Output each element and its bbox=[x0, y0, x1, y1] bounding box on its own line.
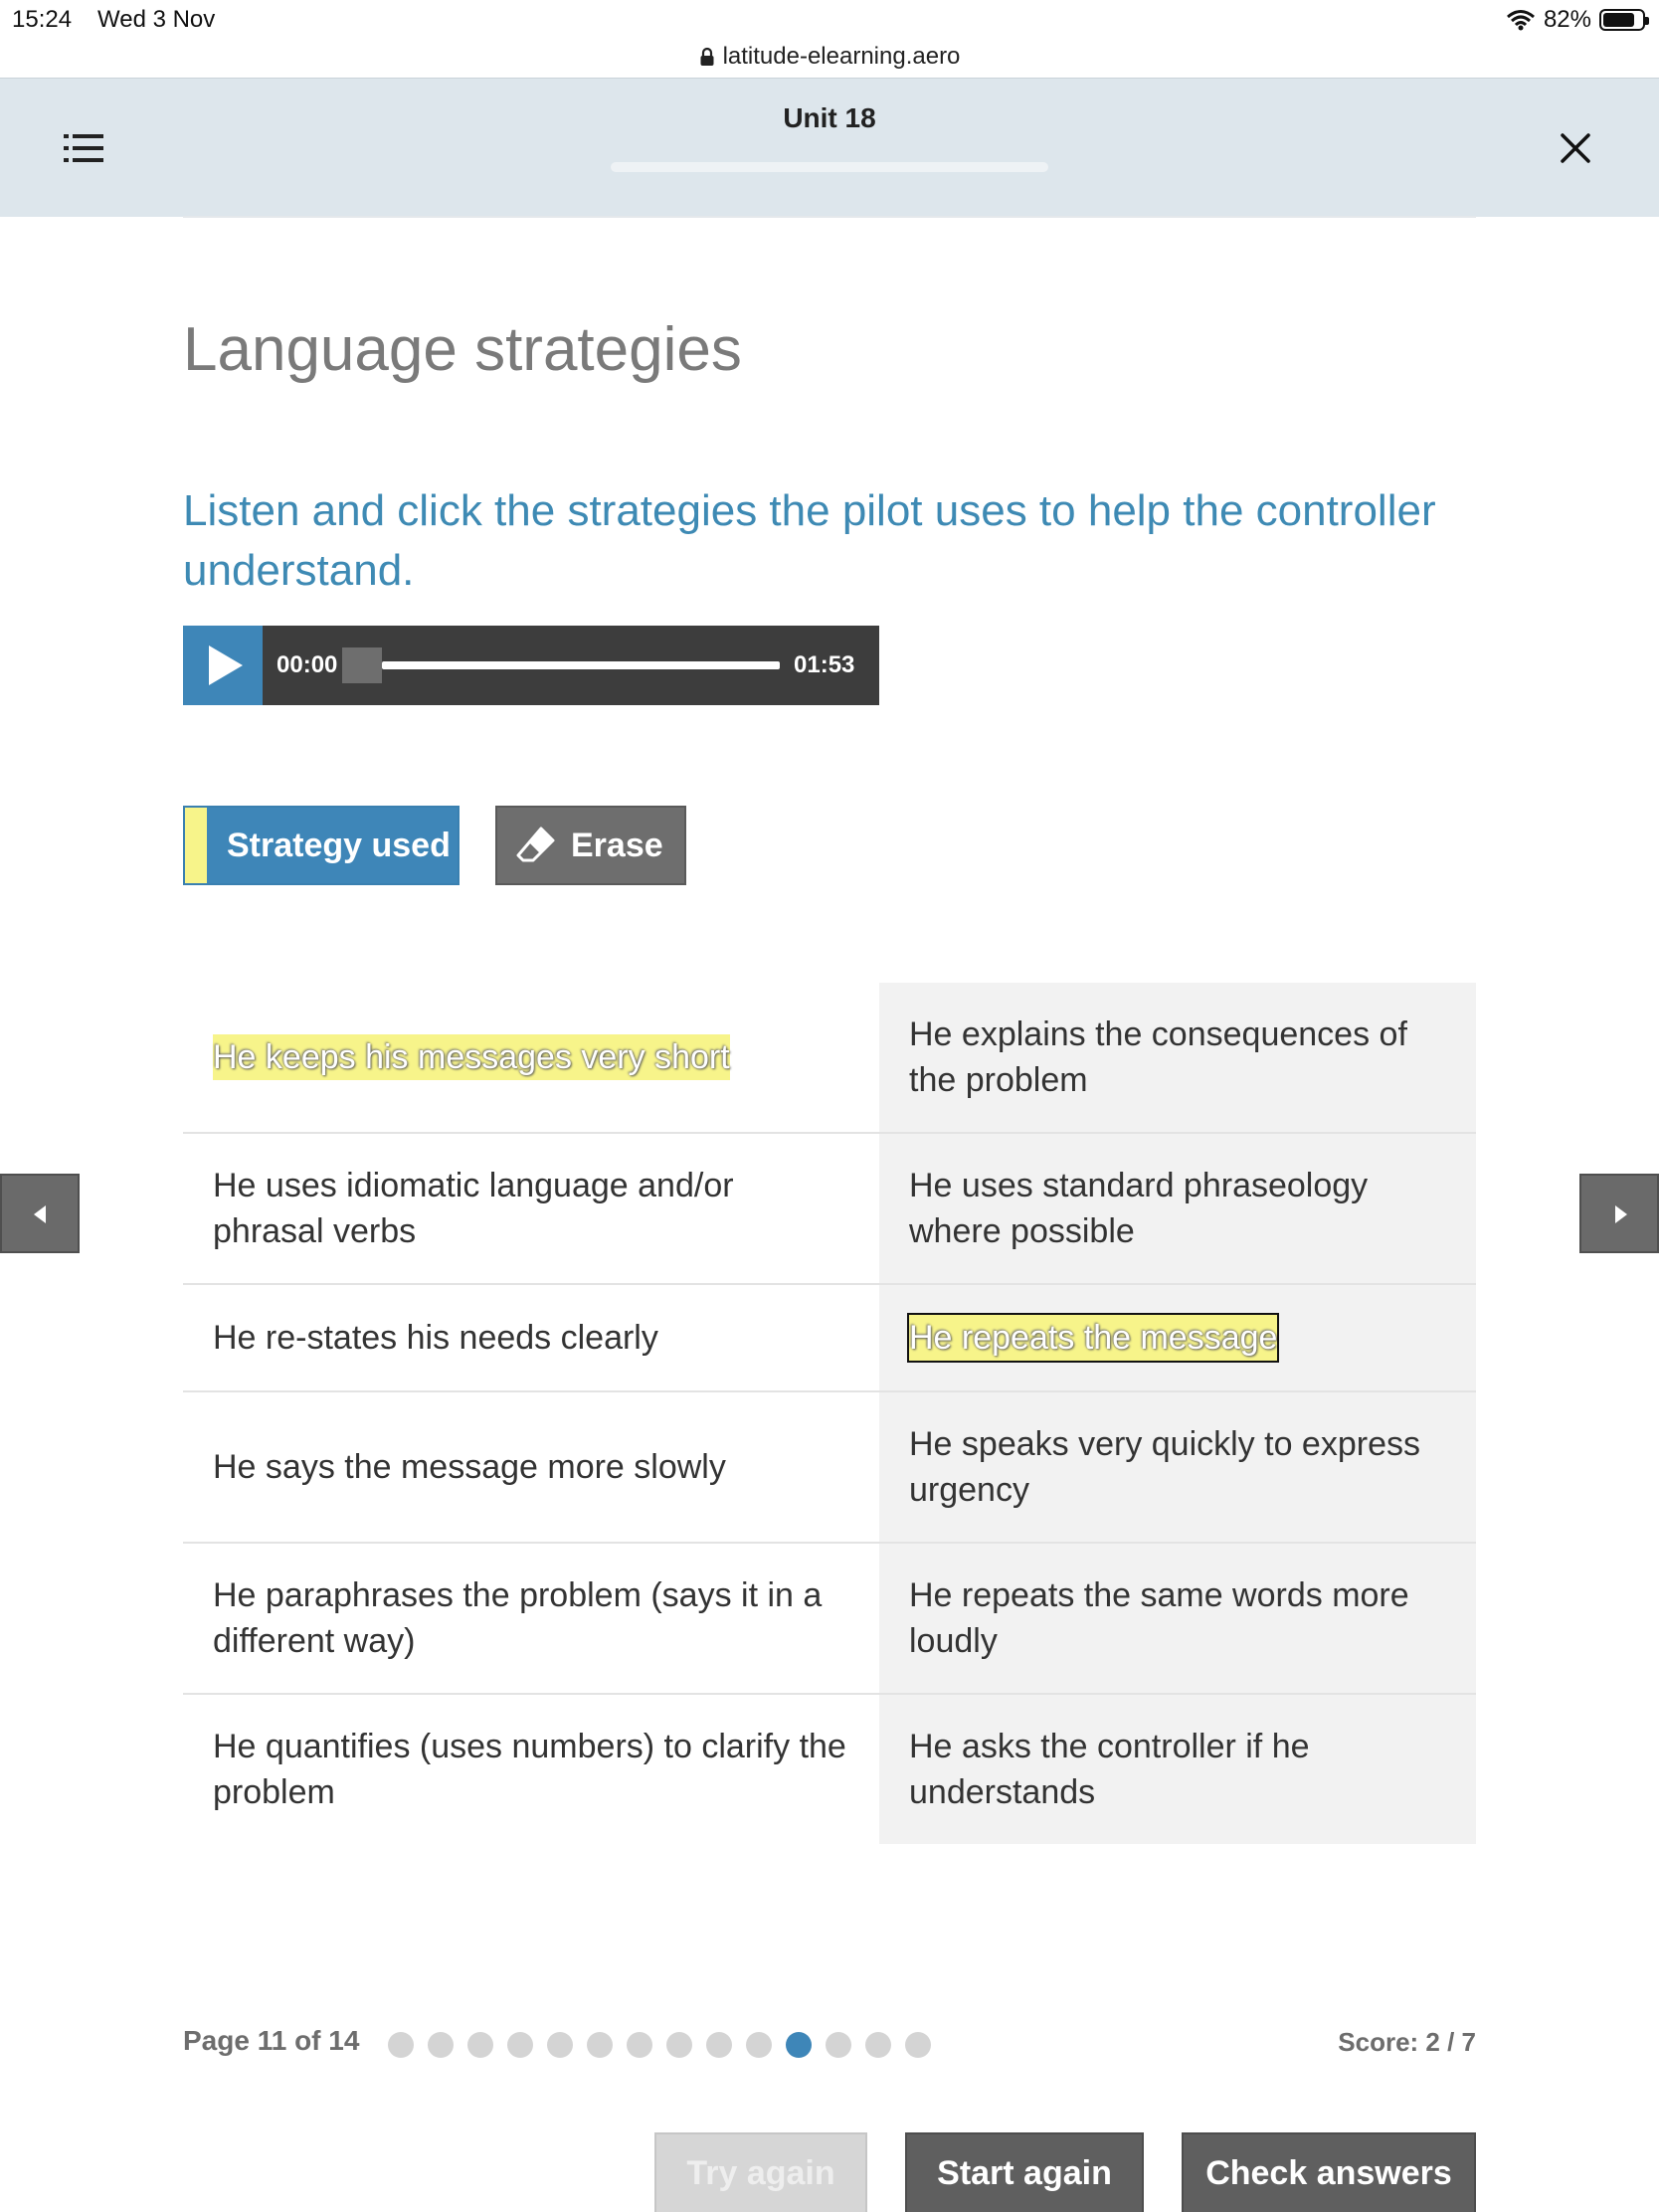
strategy-option[interactable]: He explains the consequences of the prob… bbox=[879, 983, 1476, 1132]
strategy-grid: He keeps his messages very short He expla… bbox=[183, 983, 1476, 1844]
status-time: 15:24 bbox=[12, 6, 73, 33]
page-dot[interactable] bbox=[865, 2032, 891, 2058]
strategy-option[interactable]: He speaks very quickly to express urgenc… bbox=[879, 1392, 1476, 1542]
app-header: Unit 18 bbox=[0, 79, 1659, 217]
score-display: Score: 2 / 7 bbox=[1338, 2027, 1476, 2057]
strategy-option[interactable]: He repeats the message bbox=[879, 1285, 1476, 1390]
strategy-row: He keeps his messages very short He expla… bbox=[183, 983, 1476, 1134]
strategy-option-text: He asks the controller if he understands bbox=[909, 1728, 1310, 1811]
instruction-text: Listen and click the strategies the pilo… bbox=[183, 486, 1436, 595]
strategy-option-text: He explains the consequences of the prob… bbox=[909, 1015, 1407, 1099]
strategy-option-text: He re-states his needs clearly bbox=[213, 1319, 658, 1357]
strategy-option-text: He repeats the same words more loudly bbox=[909, 1576, 1409, 1660]
next-page-button[interactable] bbox=[1579, 1174, 1659, 1253]
highlight-swatch bbox=[185, 808, 207, 883]
erase-button[interactable]: Erase bbox=[495, 806, 686, 885]
strategy-option-text: He repeats the message bbox=[906, 1313, 1280, 1363]
start-again-button[interactable]: Start again bbox=[905, 2132, 1144, 2212]
erase-label: Erase bbox=[571, 826, 663, 864]
page-dot[interactable] bbox=[706, 2032, 732, 2058]
strategy-option[interactable]: He quantifies (uses numbers) to clarify … bbox=[183, 1695, 879, 1844]
play-button[interactable] bbox=[183, 626, 263, 705]
strategy-option-text: He speaks very quickly to express urgenc… bbox=[909, 1425, 1420, 1509]
strategy-option[interactable]: He paraphrases the problem (says it in a… bbox=[183, 1544, 879, 1693]
battery-percent: 82% bbox=[1543, 6, 1591, 33]
page-dots bbox=[388, 2032, 931, 2058]
lock-icon bbox=[700, 47, 714, 66]
arrow-right-icon bbox=[1615, 1205, 1627, 1223]
unit-progress-bar bbox=[611, 162, 1048, 172]
strategy-used-button[interactable]: Strategy used bbox=[183, 806, 460, 885]
page-dot[interactable] bbox=[627, 2032, 652, 2058]
strategy-option-text: He keeps his messages very short bbox=[213, 1034, 730, 1080]
strategy-row: He paraphrases the problem (says it in a… bbox=[183, 1544, 1476, 1695]
battery-nub bbox=[1645, 17, 1649, 25]
page-dot[interactable] bbox=[467, 2032, 493, 2058]
arrow-left-icon bbox=[34, 1205, 46, 1223]
battery-icon bbox=[1599, 9, 1649, 31]
check-answers-button[interactable]: Check answers bbox=[1182, 2132, 1476, 2212]
page-dot[interactable] bbox=[388, 2032, 414, 2058]
list-icon[interactable] bbox=[60, 128, 107, 168]
audio-player: 00:00 01:53 bbox=[183, 626, 879, 705]
page-indicator: Page 11 of 14 bbox=[183, 2025, 360, 2056]
battery-fill bbox=[1603, 13, 1635, 27]
previous-page-button[interactable] bbox=[0, 1174, 80, 1253]
strategy-option-text: He says the message more slowly bbox=[213, 1448, 726, 1486]
strategy-row: He uses idiomatic language and/or phrasa… bbox=[183, 1134, 1476, 1285]
strategy-option[interactable]: He uses idiomatic language and/or phrasa… bbox=[183, 1134, 879, 1283]
page-dot[interactable] bbox=[507, 2032, 533, 2058]
close-icon[interactable] bbox=[1556, 128, 1595, 168]
strategy-row: He quantifies (uses numbers) to clarify … bbox=[183, 1695, 1476, 1844]
audio-total-time: 01:53 bbox=[794, 651, 855, 678]
strategy-option[interactable]: He re-states his needs clearly bbox=[183, 1285, 879, 1390]
strategy-option-text: He uses idiomatic language and/or phrasa… bbox=[213, 1167, 734, 1250]
eraser-icon bbox=[516, 827, 555, 862]
strategy-option-text: He uses standard phraseology where possi… bbox=[909, 1167, 1369, 1250]
strategy-row: He says the message more slowly He speaks… bbox=[183, 1392, 1476, 1544]
page-dot[interactable] bbox=[826, 2032, 851, 2058]
page-dot[interactable] bbox=[905, 2032, 931, 2058]
strategy-used-label: Strategy used bbox=[227, 826, 451, 864]
page-dot[interactable] bbox=[587, 2032, 613, 2058]
try-again-button[interactable]: Try again bbox=[654, 2132, 867, 2212]
page-dot[interactable] bbox=[746, 2032, 772, 2058]
strategy-option[interactable]: He says the message more slowly bbox=[183, 1392, 879, 1542]
page-dot[interactable] bbox=[547, 2032, 573, 2058]
page-dot-current[interactable] bbox=[786, 2032, 812, 2058]
strategy-row: He re-states his needs clearly He repeats… bbox=[183, 1285, 1476, 1392]
address-bar[interactable]: latitude-elearning.aero bbox=[0, 36, 1659, 78]
status-date: Wed 3 Nov bbox=[97, 6, 216, 33]
wifi-icon bbox=[1506, 10, 1535, 31]
audio-current-time: 00:00 bbox=[276, 651, 338, 678]
status-indicators: 82% bbox=[1506, 6, 1649, 34]
strategy-option[interactable]: He repeats the same words more loudly bbox=[879, 1544, 1476, 1693]
strategy-option-text: He paraphrases the problem (says it in a… bbox=[213, 1576, 823, 1660]
url-text: latitude-elearning.aero bbox=[722, 43, 961, 70]
audio-scrub-handle[interactable] bbox=[342, 647, 382, 683]
page-dot[interactable] bbox=[666, 2032, 692, 2058]
strategy-option[interactable]: He keeps his messages very short bbox=[183, 983, 879, 1132]
play-icon bbox=[209, 645, 243, 685]
strategy-option[interactable]: He uses standard phraseology where possi… bbox=[879, 1134, 1476, 1283]
header-divider bbox=[183, 216, 1476, 218]
unit-title: Unit 18 bbox=[783, 102, 876, 133]
strategy-option-text: He quantifies (uses numbers) to clarify … bbox=[213, 1728, 846, 1811]
page-dot[interactable] bbox=[428, 2032, 454, 2058]
status-bar: 15:24 Wed 3 Nov 82% bbox=[0, 0, 1659, 40]
audio-scrub-track[interactable] bbox=[382, 661, 780, 669]
strategy-option[interactable]: He asks the controller if he understands bbox=[879, 1695, 1476, 1844]
page-title: Language strategies bbox=[183, 315, 742, 384]
